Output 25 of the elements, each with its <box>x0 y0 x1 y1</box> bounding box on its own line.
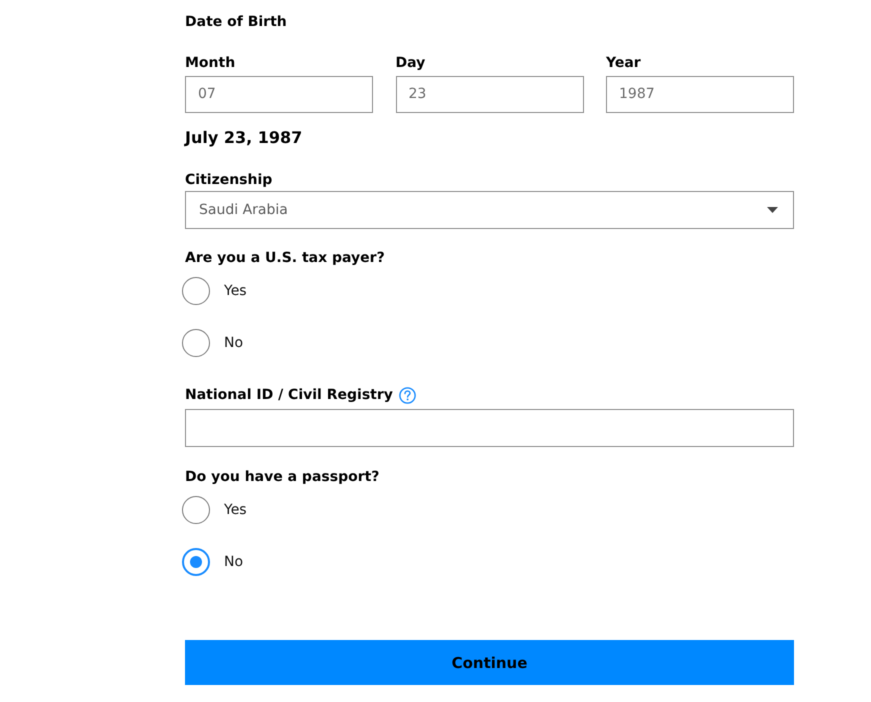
radio-button[interactable] <box>182 548 210 576</box>
text-input[interactable]: 23 <box>396 76 584 113</box>
field-label: Month <box>185 54 236 72</box>
field-label: Day <box>396 54 426 72</box>
radio-label[interactable]: Yes <box>224 282 247 300</box>
field-label: Citizenship <box>185 171 274 189</box>
text-input[interactable]: 1987 <box>606 76 794 113</box>
field-label: National ID / Civil Registry <box>185 386 393 404</box>
question-label: Are you a U.S. tax payer? <box>185 249 386 267</box>
section-title: Date of Birth <box>185 13 288 31</box>
radio-button[interactable] <box>182 329 210 357</box>
field-label: Year <box>606 54 642 72</box>
date-summary: July 23, 1987 <box>185 128 304 148</box>
radio-button[interactable] <box>182 277 210 305</box>
radio-label[interactable]: No <box>224 553 244 571</box>
caret-icon <box>767 207 778 213</box>
continue-button[interactable]: Continue <box>185 640 794 685</box>
radio-label[interactable]: No <box>224 334 244 352</box>
citizenship-select[interactable]: Saudi Arabia <box>185 191 794 229</box>
radio-label[interactable]: Yes <box>224 501 247 519</box>
question-label: Do you have a passport? <box>185 468 380 486</box>
text-input[interactable] <box>185 409 794 447</box>
radio-button[interactable] <box>182 496 210 524</box>
help-icon[interactable] <box>398 386 416 404</box>
text-input[interactable]: 07 <box>185 76 373 113</box>
